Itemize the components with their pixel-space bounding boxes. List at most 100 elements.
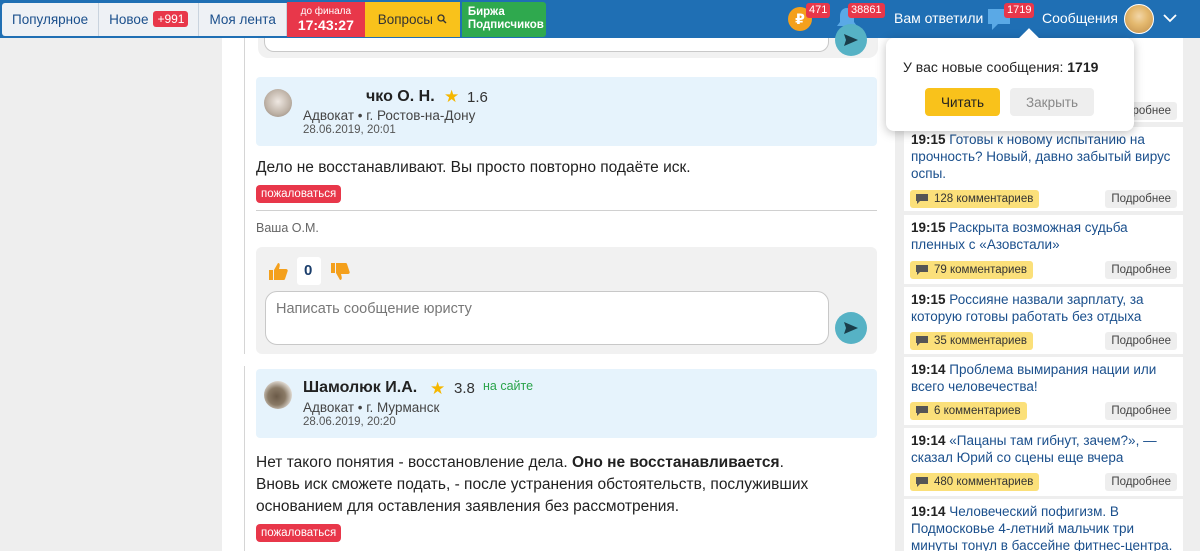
news-comments[interactable]: 35 комментариев bbox=[910, 332, 1033, 350]
answer-text: Дело не восстанавливают. Вы просто повто… bbox=[256, 159, 691, 176]
news-time: 19:14 bbox=[911, 504, 946, 519]
previous-send-button[interactable] bbox=[835, 24, 867, 56]
complain-button[interactable]: пожаловаться bbox=[256, 524, 342, 542]
comment-icon bbox=[916, 194, 928, 204]
messages-badge: 1719 bbox=[1004, 3, 1035, 18]
news-title[interactable]: 19:14 «Пацаны там гибнут, зачем?», — ска… bbox=[911, 432, 1173, 466]
messages-link[interactable]: Сообщения bbox=[1042, 10, 1118, 26]
news-item[interactable]: 19:15 Россияне назвали зарплату, за кото… bbox=[904, 287, 1183, 354]
news-comments[interactable]: 480 комментариев bbox=[910, 473, 1040, 491]
tab-popular-label: Популярное bbox=[12, 11, 89, 27]
chevron-down-icon[interactable] bbox=[1162, 12, 1178, 24]
tab-my-feed[interactable]: Моя лента bbox=[199, 2, 287, 36]
tab-new[interactable]: Новое +991 bbox=[99, 2, 200, 36]
news-item[interactable]: 19:15 Готовы к новому испытанию на прочн… bbox=[904, 127, 1183, 211]
tab-my-feed-label: Моя лента bbox=[209, 11, 276, 27]
thumbs-up-icon[interactable] bbox=[267, 261, 289, 281]
news-time: 19:14 bbox=[911, 362, 946, 377]
notifications-badge: 38861 bbox=[848, 3, 885, 18]
lawyer-name[interactable]: чко О. Н. bbox=[366, 88, 435, 106]
exchange-line1: Биржа bbox=[467, 6, 505, 18]
news-comments-label: 480 комментариев bbox=[934, 476, 1034, 488]
news-more-button[interactable]: Подробнее bbox=[1105, 332, 1177, 350]
online-status: на сайте bbox=[483, 379, 534, 393]
news-title[interactable]: 19:14 Проблема вымирания нации или всего… bbox=[911, 361, 1173, 395]
main-tabs: Популярное Новое +991 Моя лента до финала… bbox=[0, 0, 546, 38]
news-item[interactable]: 19:14 Проблема вымирания нации или всего… bbox=[904, 357, 1183, 425]
news-more-button[interactable]: Подробнее bbox=[1105, 402, 1177, 420]
answer-text-part: Нет такого понятия - восстановление дела… bbox=[256, 454, 572, 471]
news-comments-label: 6 комментариев bbox=[934, 405, 1021, 417]
page-scrollbar[interactable] bbox=[1186, 38, 1200, 551]
news-more-button[interactable]: Подробнее bbox=[1105, 190, 1177, 208]
read-button[interactable]: Читать bbox=[925, 88, 1000, 116]
answered-link[interactable]: Вам ответили bbox=[894, 10, 983, 26]
lawyer-header-card: Шамолюк И.А. ★ 3.8 на сайте Адвокат • г.… bbox=[256, 369, 877, 438]
send-message-button[interactable] bbox=[835, 312, 867, 344]
lawyer-rating: 3.8 bbox=[454, 380, 475, 397]
lawyer-name[interactable]: Шамолюк И.А. bbox=[303, 379, 417, 397]
news-more-button[interactable]: Подробнее bbox=[1105, 261, 1177, 279]
news-item[interactable]: 19:14 «Пацаны там гибнут, зачем?», — ска… bbox=[904, 428, 1183, 496]
subscribers-exchange-button[interactable]: Биржа Подписчиков bbox=[461, 1, 546, 37]
news-title[interactable]: 19:15 Раскрыта возможная судьба пленных … bbox=[911, 219, 1173, 253]
lawyer-meta: Адвокат • г. Мурманск bbox=[303, 400, 440, 415]
answer-text: Нет такого понятия - восстановление дела… bbox=[256, 452, 826, 518]
star-icon: ★ bbox=[430, 379, 446, 398]
lawyer-header-card: чко О. Н. ★ 1.6 Адвокат • г. Ростов-на-Д… bbox=[256, 77, 877, 146]
news-title[interactable]: 19:15 Россияне назвали зарплату, за кото… bbox=[911, 291, 1173, 325]
news-time: 19:15 bbox=[911, 292, 946, 307]
news-item[interactable]: 19:15 Раскрыта возможная судьба пленных … bbox=[904, 215, 1183, 284]
tab-popular[interactable]: Популярное bbox=[2, 2, 100, 36]
send-icon bbox=[844, 322, 858, 334]
previous-reply-input[interactable] bbox=[264, 38, 829, 52]
news-title[interactable]: 19:15 Готовы к новому испытанию на прочн… bbox=[911, 131, 1173, 182]
popup-count: 1719 bbox=[1067, 59, 1099, 75]
new-messages-popup: У вас новые сообщения: 1719 Читать Закры… bbox=[886, 28, 1134, 131]
news-comments-label: 35 комментариев bbox=[934, 335, 1027, 347]
comment-icon bbox=[916, 265, 928, 275]
answer-signature: Ваша О.М. bbox=[256, 221, 319, 235]
news-time: 19:15 bbox=[911, 220, 946, 235]
news-comments[interactable]: 6 комментариев bbox=[910, 402, 1027, 420]
thread-line bbox=[244, 366, 245, 551]
popup-message: У вас новые сообщения: bbox=[903, 59, 1064, 75]
questions-label: Вопросы bbox=[377, 11, 433, 27]
lawyer-avatar[interactable] bbox=[264, 89, 292, 117]
news-item[interactable]: 19:14 Человеческий пофигизм. В Подмосков… bbox=[904, 499, 1183, 551]
news-comments-label: 128 комментариев bbox=[934, 193, 1034, 205]
timer-value: 17:43:27 bbox=[297, 16, 354, 33]
star-icon: ★ bbox=[444, 87, 460, 106]
questions-button[interactable]: Вопросы bbox=[364, 1, 460, 37]
news-title-text: Человеческий пофигизм. В Подмосковье 4-л… bbox=[911, 504, 1173, 551]
thumbs-down-icon[interactable] bbox=[329, 262, 351, 282]
news-title[interactable]: 19:14 Человеческий пофигизм. В Подмосков… bbox=[911, 503, 1173, 551]
comment-icon bbox=[916, 477, 928, 487]
final-countdown-timer[interactable]: до финала 17:43:27 bbox=[286, 1, 365, 37]
vote-count: 0 bbox=[304, 262, 313, 279]
message-input[interactable]: Написать сообщение юристу bbox=[265, 291, 829, 345]
lawyer-meta: Адвокат • г. Ростов-на-Дону bbox=[303, 108, 476, 123]
comment-icon bbox=[916, 406, 928, 416]
news-title-text: «Пацаны там гибнут, зачем?», — сказал Юр… bbox=[911, 433, 1157, 465]
news-time: 19:15 bbox=[911, 132, 946, 147]
news-comments[interactable]: 79 комментариев bbox=[910, 261, 1033, 279]
complain-button[interactable]: пожаловаться bbox=[256, 185, 342, 203]
news-time: 19:14 bbox=[911, 433, 946, 448]
previous-reply-box bbox=[258, 38, 878, 58]
lawyer-avatar[interactable] bbox=[264, 381, 292, 409]
news-title-text: Проблема вымирания нации или всего челов… bbox=[911, 362, 1157, 394]
rouble-balance-badge: 471 bbox=[806, 3, 831, 18]
new-count-badge: +991 bbox=[153, 11, 189, 27]
tab-new-label: Новое bbox=[109, 11, 149, 27]
news-title-text: Готовы к новому испытанию на прочность? … bbox=[911, 132, 1171, 181]
timer-caption: до финала bbox=[300, 5, 352, 17]
answer-date: 28.06.2019, 20:01 bbox=[303, 124, 396, 136]
send-icon bbox=[844, 34, 858, 46]
close-button[interactable]: Закрыть bbox=[1010, 88, 1094, 116]
exchange-line2: Подписчиков bbox=[467, 19, 544, 31]
news-comments[interactable]: 128 комментариев bbox=[910, 190, 1040, 208]
news-comments-label: 79 комментариев bbox=[934, 264, 1027, 276]
user-avatar[interactable] bbox=[1124, 4, 1154, 34]
news-more-button[interactable]: Подробнее bbox=[1105, 473, 1177, 491]
